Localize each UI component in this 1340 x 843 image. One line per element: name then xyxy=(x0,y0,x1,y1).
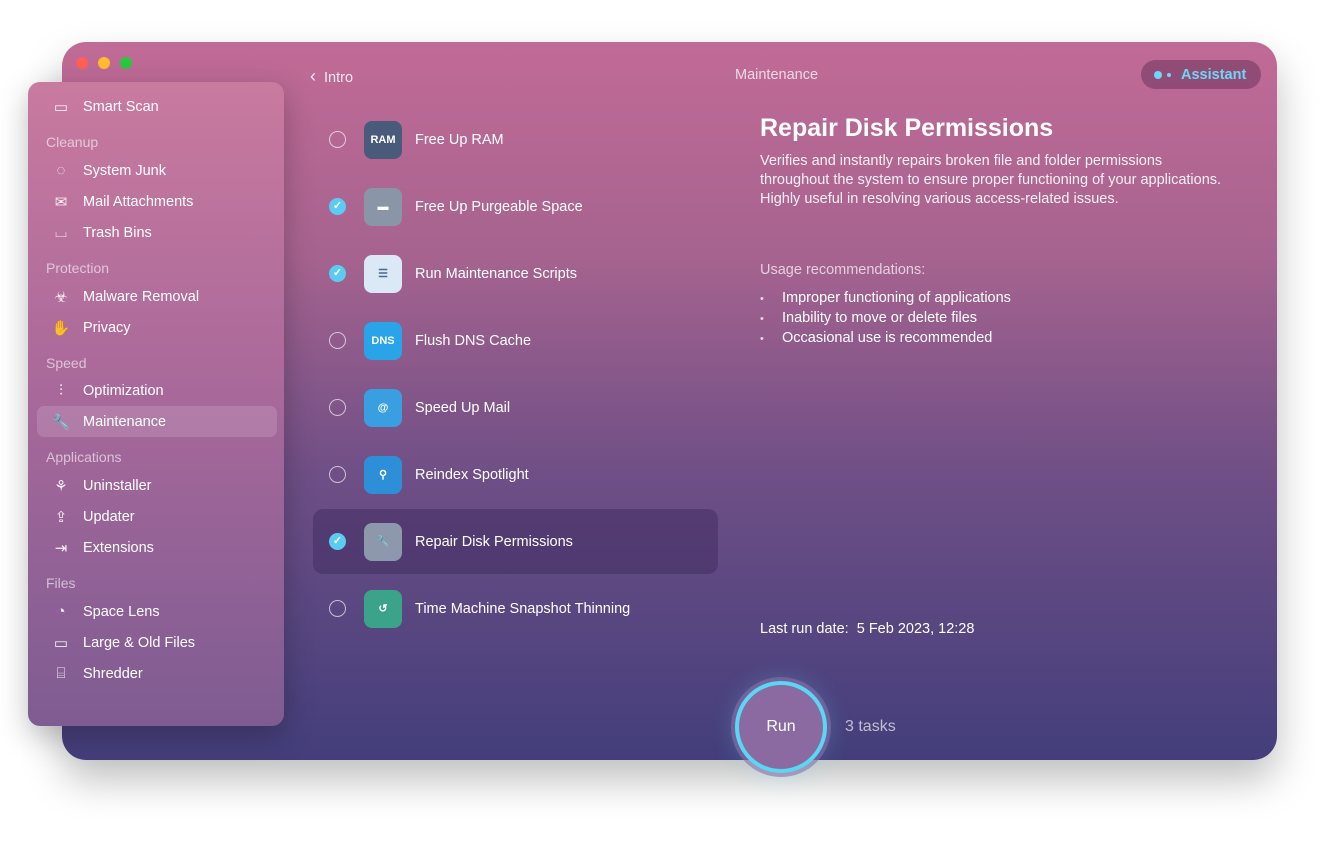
checkbox-unchecked[interactable] xyxy=(329,466,346,483)
dns-icon: DNS xyxy=(364,321,402,360)
uninstaller-icon: ⚘ xyxy=(54,477,68,495)
clipboard-icon: ☰ xyxy=(364,254,402,293)
minimize-button[interactable] xyxy=(98,57,110,69)
sidebar-item-smart-scan[interactable]: ▭ Smart Scan xyxy=(37,91,277,122)
usage-heading: Usage recommendations: xyxy=(760,262,926,278)
task-label: Time Machine Snapshot Thinning xyxy=(415,600,631,617)
task-row[interactable]: DNS Flush DNS Cache xyxy=(313,308,718,373)
folder-icon: ▭ xyxy=(53,634,69,652)
task-label: Free Up Purgeable Space xyxy=(415,198,583,215)
task-label: Free Up RAM xyxy=(415,131,504,148)
sidebar-item-maintenance[interactable]: 🔧 Maintenance xyxy=(37,406,277,437)
sidebar-item-system-junk[interactable]: ◌ System Junk xyxy=(37,155,277,186)
usage-list: Improper functioning of applications Ina… xyxy=(760,289,1011,349)
sidebar-item-space-lens[interactable]: ◔ Space Lens xyxy=(37,596,277,627)
window-title: Maintenance xyxy=(735,67,819,83)
task-label: Repair Disk Permissions xyxy=(415,533,573,550)
task-label: Reindex Spotlight xyxy=(415,466,529,483)
mail-at-icon: @ xyxy=(364,388,402,427)
assistant-dot-small-icon xyxy=(1167,72,1171,77)
time-machine-icon: ↺ xyxy=(364,589,402,628)
detail-description: Verifies and instantly repairs broken fi… xyxy=(760,153,1222,207)
assistant-dot-icon xyxy=(1154,70,1162,79)
space-lens-icon: ◔ xyxy=(56,603,66,620)
checkbox-unchecked[interactable] xyxy=(329,600,346,617)
task-row[interactable]: ✓ ▬ Free Up Purgeable Space xyxy=(313,174,718,239)
run-button[interactable]: Run xyxy=(735,681,827,773)
sidebar-item-malware-removal[interactable]: ☣ Malware Removal xyxy=(37,281,277,312)
disk-icon: ▬ xyxy=(364,187,402,226)
sidebar-item-optimization[interactable]: ⫶ Optimization xyxy=(37,375,277,406)
sidebar-item-privacy[interactable]: ✋ Privacy xyxy=(37,312,277,343)
detail-title: Repair Disk Permissions xyxy=(760,114,1054,142)
usage-item: Inability to move or delete files xyxy=(760,309,1011,329)
updater-icon: ⇪ xyxy=(54,508,68,526)
task-row[interactable]: ✓ ☰ Run Maintenance Scripts xyxy=(313,241,718,306)
sidebar-section-heading: Speed xyxy=(46,355,87,371)
biohazard-icon: ☣ xyxy=(54,288,68,306)
sidebar-item-shredder[interactable]: ⌸ Shredder xyxy=(37,658,277,689)
magnifier-icon: ⚲ xyxy=(364,455,402,494)
assistant-button[interactable]: Assistant xyxy=(1141,60,1261,89)
checkbox-unchecked[interactable] xyxy=(329,399,346,416)
checkbox-unchecked[interactable] xyxy=(329,131,346,148)
checkbox-checked[interactable]: ✓ xyxy=(329,198,346,215)
trash-icon: ⌴ xyxy=(54,224,67,241)
task-row[interactable]: ↺ Time Machine Snapshot Thinning xyxy=(313,576,718,641)
sidebar-section-heading: Files xyxy=(46,575,76,591)
task-label: Flush DNS Cache xyxy=(415,332,532,349)
checkbox-checked[interactable]: ✓ xyxy=(329,533,346,550)
monitor-icon: ▭ xyxy=(53,98,69,116)
sidebar-item-trash-bins[interactable]: ⌴ Trash Bins xyxy=(37,217,277,248)
sidebar-section-heading: Applications xyxy=(46,449,122,465)
window-controls xyxy=(76,57,132,69)
sidebar-item-extensions[interactable]: ⇥ Extensions xyxy=(37,532,277,563)
task-row[interactable]: ✓ 🔧 Repair Disk Permissions xyxy=(313,509,718,574)
chevron-left-icon: ‹ xyxy=(310,66,316,86)
sliders-icon: ⫶ xyxy=(59,382,63,399)
task-row[interactable]: RAM Free Up RAM xyxy=(313,107,718,172)
task-row[interactable]: ⚲ Reindex Spotlight xyxy=(313,442,718,507)
last-run: Last run date: 5 Feb 2023, 12:28 xyxy=(760,621,975,637)
disk-wrench-icon: 🔧 xyxy=(364,522,402,561)
back-button[interactable]: ‹ Intro xyxy=(310,66,353,87)
mail-icon: ✉ xyxy=(54,193,68,211)
sidebar-item-mail-attachments[interactable]: ✉ Mail Attachments xyxy=(37,186,277,217)
task-label: Run Maintenance Scripts xyxy=(415,265,577,282)
sidebar-item-updater[interactable]: ⇪ Updater xyxy=(37,501,277,532)
sidebar-section-heading: Cleanup xyxy=(46,134,99,150)
ram-icon: RAM xyxy=(364,120,402,159)
extensions-icon: ⇥ xyxy=(54,539,68,557)
task-count: 3 tasks xyxy=(845,718,896,735)
zoom-button[interactable] xyxy=(120,57,132,69)
close-button[interactable] xyxy=(76,57,88,69)
junk-icon: ◌ xyxy=(56,162,66,179)
sidebar-item-uninstaller[interactable]: ⚘ Uninstaller xyxy=(37,470,277,501)
sidebar-item-large-old-files[interactable]: ▭ Large & Old Files xyxy=(37,627,277,658)
shredder-icon: ⌸ xyxy=(56,665,66,682)
sidebar-section-heading: Protection xyxy=(46,260,110,276)
checkbox-unchecked[interactable] xyxy=(329,332,346,349)
hand-icon: ✋ xyxy=(51,319,71,337)
usage-item: Improper functioning of applications xyxy=(760,289,1011,309)
usage-item: Occasional use is recommended xyxy=(760,329,1011,349)
wrench-icon: 🔧 xyxy=(51,413,71,431)
task-row[interactable]: @ Speed Up Mail xyxy=(313,375,718,440)
checkbox-checked[interactable]: ✓ xyxy=(329,265,346,282)
task-label: Speed Up Mail xyxy=(415,399,511,416)
